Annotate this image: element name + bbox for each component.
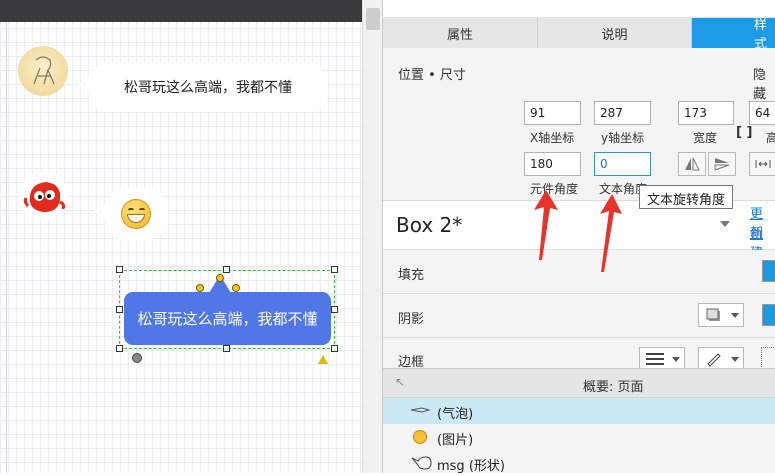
tab-properties[interactable]: 属性 [383,18,538,48]
x-coordinate-input[interactable]: 91 [524,101,581,125]
shape-control-point-tip[interactable] [216,274,224,282]
summary-title: 概要: 页面 [583,380,644,395]
avatar-character[interactable] [18,46,68,96]
panel-header [383,0,775,18]
inspector-panel: 属性 说明 样式 位置 • 尺寸 隐藏 91 287 173 64 X轴坐标 y… [382,0,775,476]
bubble-shape-icon [410,407,430,413]
shadow-color-swatch[interactable] [762,304,775,326]
tree-item-label: (图片) [437,433,474,448]
corner-adjust-handle[interactable] [318,355,328,364]
tab-style[interactable]: 样式 [692,18,775,52]
resize-handle-bottom[interactable] [223,345,230,352]
canvas-scrollbar[interactable] [362,0,382,473]
image-emoji-icon [413,430,427,444]
red-mascot-icon [23,182,66,212]
flip-vertical-icon [714,158,730,171]
resize-handle-top-left[interactable] [116,266,123,273]
resize-handle-bottom-left[interactable] [116,345,123,352]
fill-section: 填充 [383,250,775,294]
chevron-down-icon [731,313,739,318]
tree-item-label: (气泡) [437,407,474,422]
shadow-label: 阴影 [398,312,425,327]
resize-handle-top[interactable] [223,266,230,273]
chevron-down-icon [731,357,739,362]
resize-handle-right[interactable] [331,306,338,313]
rotation-input[interactable]: 180 [524,152,581,176]
scrollbar-thumb[interactable] [366,8,380,30]
grin-emoji-icon [121,199,151,229]
speech-shape-icon [411,456,432,470]
fill-color-swatch[interactable] [762,260,775,282]
tree-item-msg-shape[interactable]: msg (形状) [383,450,775,476]
y-coordinate-label: y轴坐标 [601,131,645,145]
fill-label: 填充 [398,268,425,283]
tree-item-bubble[interactable]: (气泡) [383,398,775,424]
flip-vertical-button[interactable] [708,152,736,176]
pen-icon [707,353,721,367]
height-input[interactable]: 64 [749,101,775,125]
shape-control-point-right[interactable] [232,284,240,292]
design-canvas[interactable]: 松哥玩这么高端，我都不懂 松哥玩这么高端，我都不懂 [0,0,362,473]
avatar-red-mascot[interactable] [20,172,68,220]
selected-shape-text: 松哥玩这么高端，我都不懂 [137,310,318,328]
collapse-arrow-icon[interactable]: ↖ [395,375,405,389]
tab-notes[interactable]: 说明 [538,18,692,48]
tab-label: 属性 [446,27,473,43]
flip-horizontal-button[interactable] [678,152,706,176]
shape-control-point-left[interactable] [196,284,204,292]
flip-horizontal-icon [685,157,700,171]
tree-item-image[interactable]: (图片) [383,424,775,450]
aspect-lock-icon[interactable]: [ ] [736,125,752,140]
tooltip: 文本旋转角度 [639,185,734,209]
shadow-style-dropdown[interactable] [698,303,744,327]
shadow-icon [706,308,720,321]
hide-label: 隐藏 [753,68,767,102]
avatar-doodle-icon [33,56,55,85]
summary-header: ↖ 概要: 页面 [383,368,775,398]
tab-label: 样式 [754,18,768,52]
style-name: Box 2* [396,213,463,237]
tab-label: 说明 [601,27,628,43]
height-label: 高 [766,131,775,145]
chevron-down-icon [672,357,680,362]
line-weight-icon [646,353,664,365]
selected-speech-bubble-shape[interactable]: 松哥玩这么高端，我都不懂 [124,275,331,345]
text-rotation-input[interactable]: 0 [594,152,651,176]
width-label: 宽度 [693,131,718,145]
resize-handle-bottom-right[interactable] [331,345,338,352]
y-coordinate-input[interactable]: 287 [594,101,651,125]
width-input[interactable]: 173 [678,101,734,125]
position-size-title: 位置 • 尺寸 [398,68,466,83]
shadow-section: 阴影 [383,294,775,338]
chat-bubble-emoji[interactable] [94,188,168,240]
resize-handle-left[interactable] [116,306,123,313]
distribute-button[interactable] [749,152,775,176]
border-section: 边框 [383,338,775,371]
chevron-down-icon[interactable] [720,221,730,227]
resize-handle-top-right[interactable] [331,266,338,273]
annotation-arrow-icon [534,190,558,260]
x-coordinate-label: X轴坐标 [530,131,575,145]
canvas-top-bar [0,0,362,22]
distribute-icon [755,160,771,168]
annotation-arrow-icon [600,194,622,272]
chat-bubble-text: 松哥玩这么高端，我都不懂 [124,80,292,96]
tree-item-label: msg (形状) [437,459,505,474]
rotate-handle[interactable] [132,353,142,363]
chat-bubble-message[interactable]: 松哥玩这么高端，我都不懂 [78,62,328,112]
canvas-guide-line [6,22,7,473]
